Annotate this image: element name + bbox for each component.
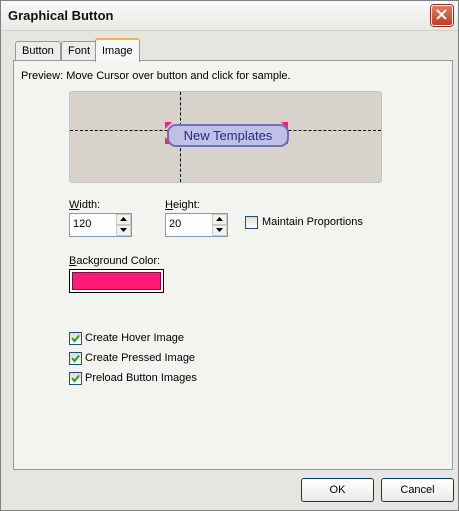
height-increment-button[interactable] — [212, 214, 227, 225]
checkmark-icon — [71, 354, 80, 363]
image-tab-panel: Preview: Move Cursor over button and cli… — [13, 60, 453, 470]
preload-button-images-label[interactable]: Preload Button Images — [85, 372, 197, 384]
arrow-up-icon — [216, 217, 223, 221]
ok-button[interactable]: OK — [301, 478, 374, 502]
tab-font[interactable]: Font — [61, 41, 98, 61]
height-decrement-button[interactable] — [212, 225, 227, 236]
width-increment-button[interactable] — [116, 214, 131, 225]
checkmark-icon — [71, 374, 80, 383]
cancel-button[interactable]: Cancel — [381, 478, 454, 502]
tab-button[interactable]: Button — [15, 41, 61, 61]
preload-button-images-checkbox[interactable] — [69, 372, 82, 385]
width-input[interactable] — [70, 214, 114, 234]
width-label-mnemonic: W — [69, 199, 80, 211]
tab-button-label: Button — [22, 45, 54, 57]
width-decrement-button[interactable] — [116, 225, 131, 236]
checkmark-icon — [71, 334, 80, 343]
width-label: Width: — [69, 199, 100, 211]
height-input[interactable] — [166, 214, 210, 234]
background-color-picker[interactable] — [69, 269, 164, 293]
arrow-up-icon — [120, 217, 127, 221]
preview-label: Preview: Move Cursor over button and cli… — [21, 70, 291, 82]
background-color-label: Background Color: — [69, 255, 160, 267]
preview-area[interactable]: New Templates — [69, 91, 382, 183]
height-label-mnemonic: H — [165, 199, 173, 211]
create-hover-image-label[interactable]: Create Hover Image — [85, 332, 184, 344]
width-spinner[interactable] — [69, 213, 132, 237]
sample-button[interactable]: New Templates — [167, 124, 289, 147]
background-color-text: ackground Color: — [76, 255, 161, 267]
maintain-proportions-checkbox[interactable] — [245, 216, 258, 229]
tab-font-label: Font — [68, 45, 91, 57]
height-label-text: eight: — [172, 199, 200, 211]
tab-image[interactable]: Image — [95, 38, 140, 62]
close-button[interactable] — [431, 5, 453, 26]
arrow-down-icon — [120, 228, 127, 232]
arrow-down-icon — [216, 228, 223, 232]
create-pressed-image-label[interactable]: Create Pressed Image — [85, 352, 195, 364]
maintain-proportions-label[interactable]: Maintain Proportions — [262, 216, 363, 228]
dialog-window: Graphical Button Button Font Image Previ… — [0, 0, 459, 511]
tab-image-label: Image — [102, 45, 133, 57]
close-icon — [436, 9, 447, 20]
background-color-fill — [72, 272, 161, 290]
width-label-text: idth: — [79, 199, 101, 211]
create-pressed-image-checkbox[interactable] — [69, 352, 82, 365]
title-bar[interactable]: Graphical Button — [1, 1, 458, 31]
height-spinner[interactable] — [165, 213, 228, 237]
create-hover-image-checkbox[interactable] — [69, 332, 82, 345]
height-label: Height: — [165, 199, 200, 211]
window-title: Graphical Button — [8, 8, 114, 23]
